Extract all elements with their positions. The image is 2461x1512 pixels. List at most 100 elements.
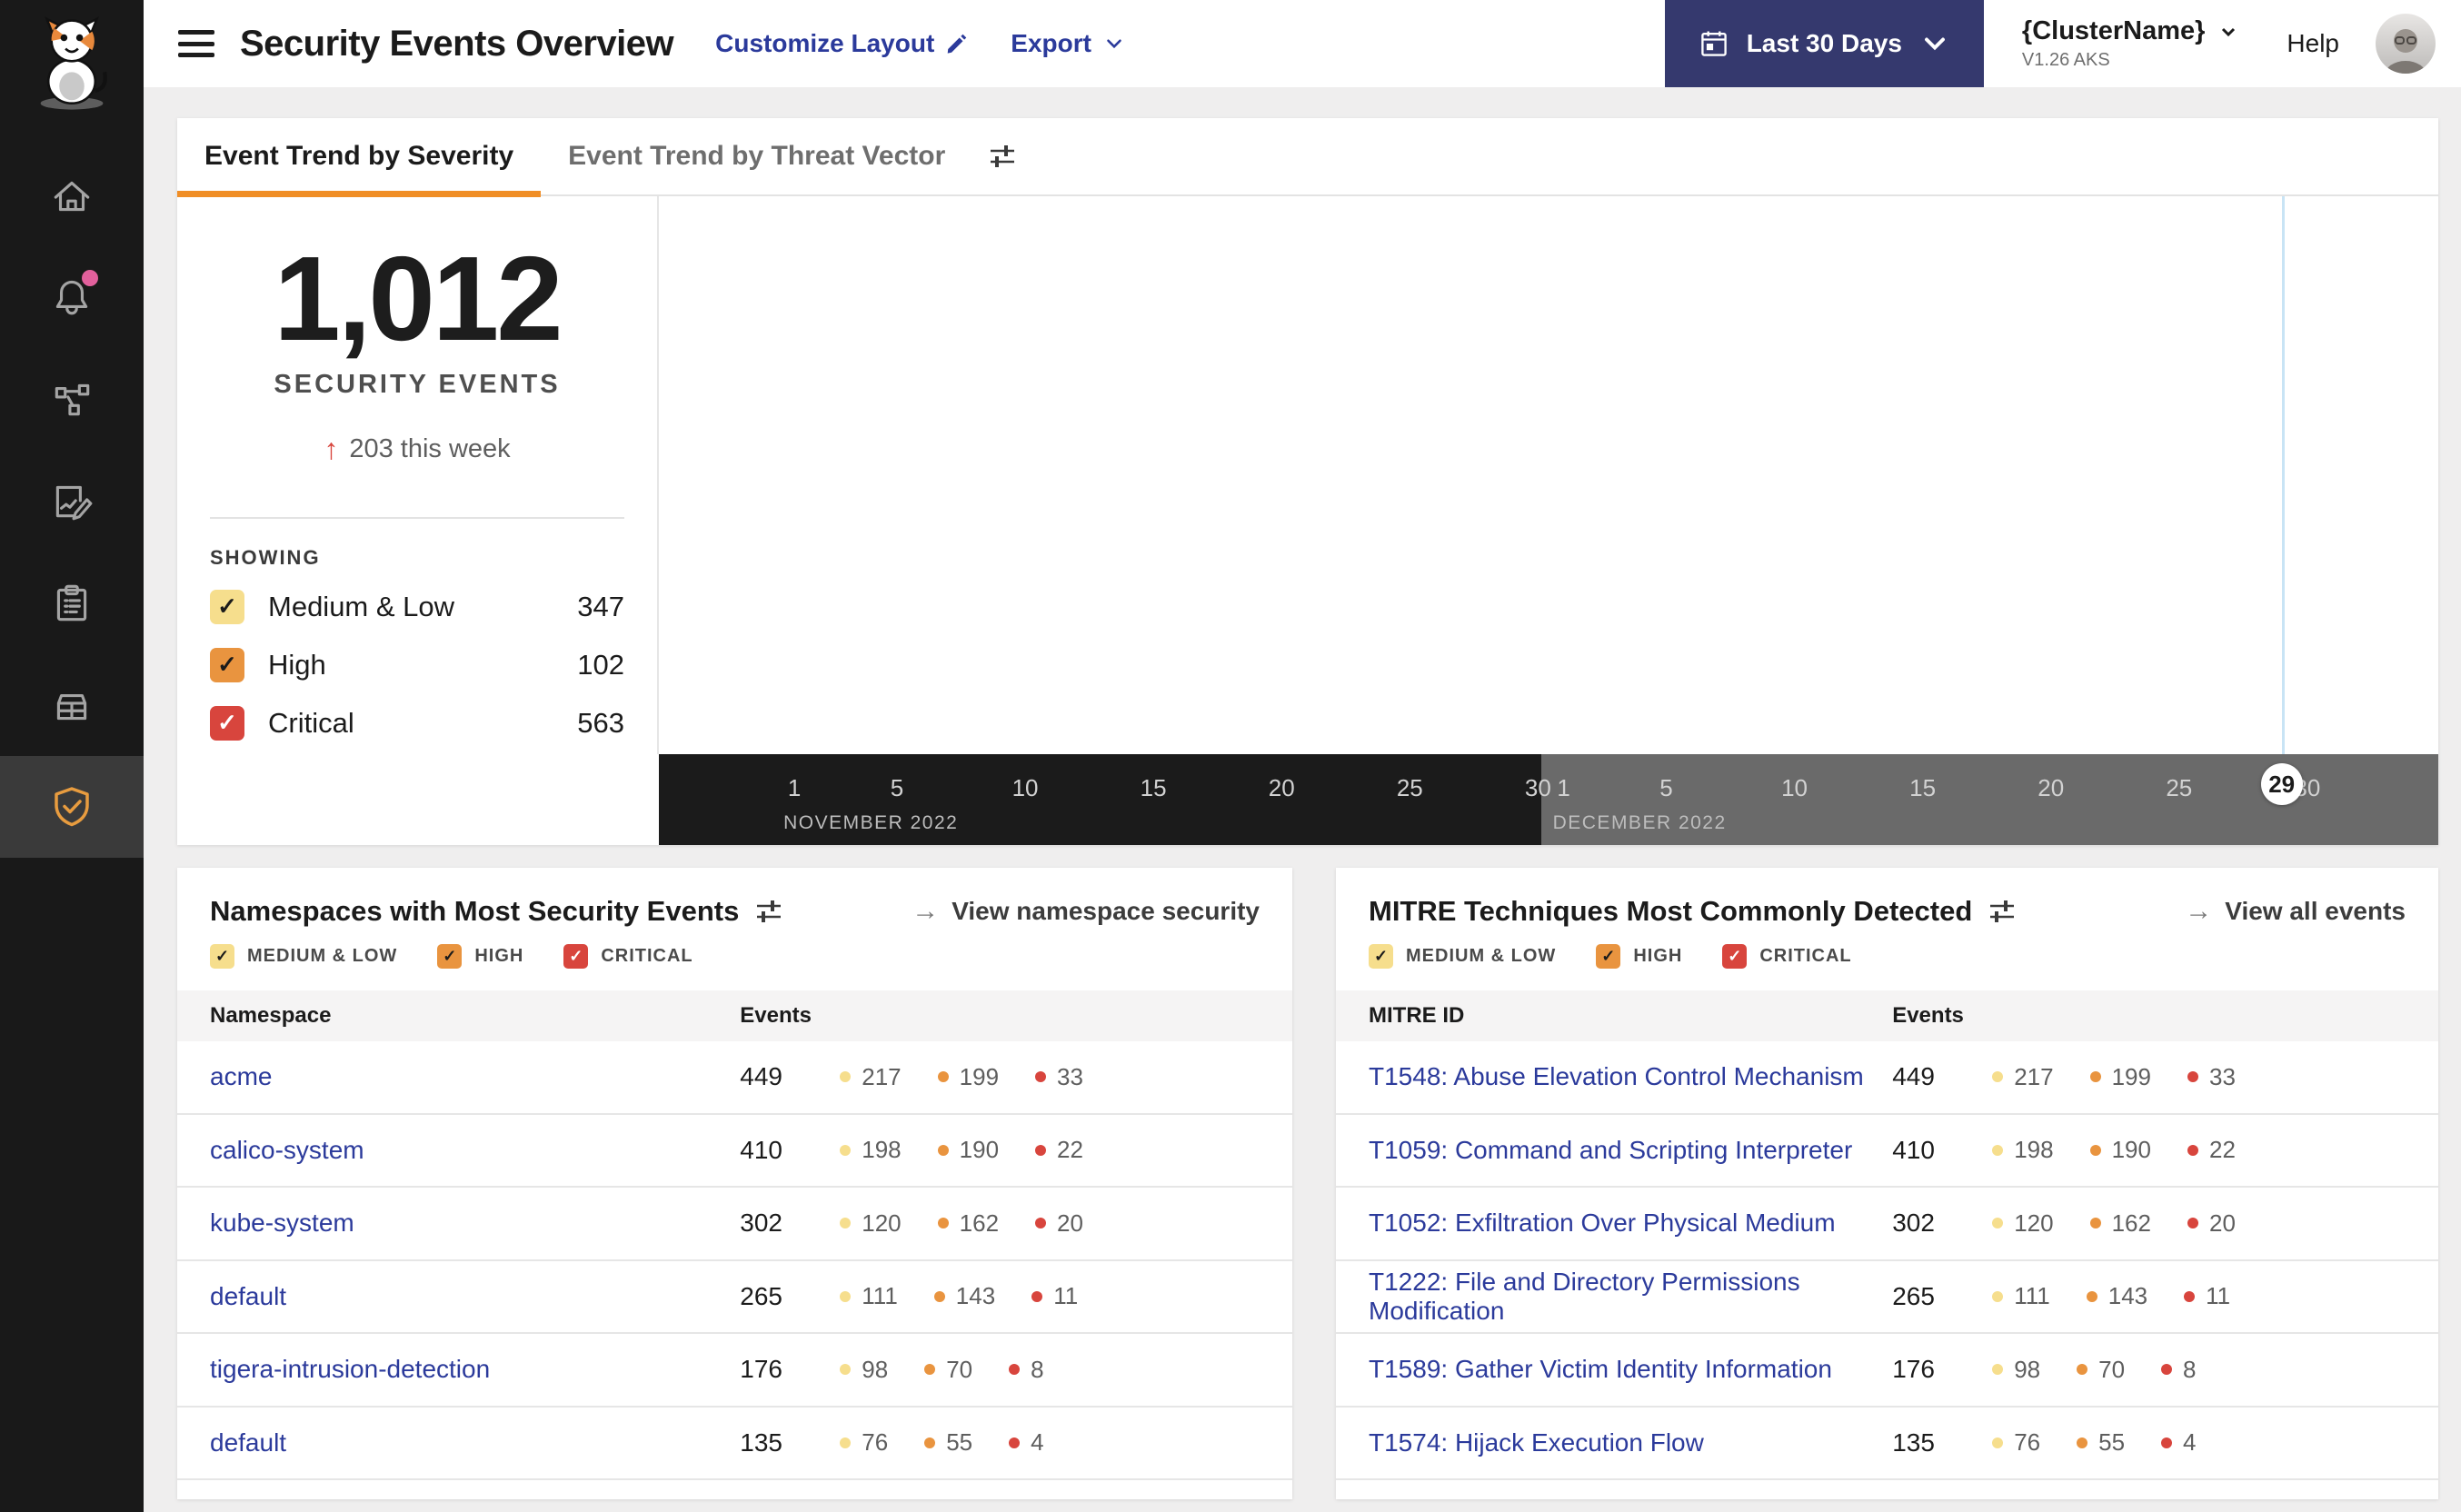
filter-checkbox[interactable]: ✓ (210, 944, 234, 969)
namespace-link[interactable]: default (210, 1428, 740, 1457)
bar-slot[interactable] (1012, 196, 1038, 754)
high-checkbox[interactable]: ✓ (210, 647, 244, 682)
bar-slot[interactable] (1192, 196, 1218, 754)
selected-day-badge[interactable]: 29 (2260, 763, 2303, 805)
bar-slot[interactable] (1602, 196, 1628, 754)
bar-slot[interactable] (1936, 196, 1961, 754)
view-namespace-security-link[interactable]: → View namespace security (912, 896, 1260, 927)
bar-slot[interactable] (1371, 196, 1397, 754)
filter-checkbox[interactable]: ✓ (437, 944, 463, 969)
sidebar-item-images[interactable] (0, 654, 144, 756)
bar-slot[interactable] (2089, 196, 2115, 754)
view-all-events-link[interactable]: → View all events (2185, 896, 2406, 927)
bar-slot[interactable] (1858, 196, 1884, 754)
mitre-technique-link[interactable]: T1548: Abuse Elevation Control Mechanism (1369, 1062, 1892, 1091)
bar-slot[interactable] (2295, 196, 2320, 754)
namespace-link[interactable]: calico-system (210, 1136, 740, 1165)
bar-slot[interactable] (910, 196, 935, 754)
user-avatar[interactable] (2376, 14, 2436, 74)
bar-slot[interactable] (1166, 196, 1191, 754)
bar-chart[interactable] (659, 196, 2438, 754)
bar-slot[interactable] (1987, 196, 2012, 754)
bar-slot[interactable] (2269, 196, 2295, 754)
bar-slot[interactable] (832, 196, 858, 754)
bar-slot[interactable] (884, 196, 910, 754)
bar-slot[interactable] (1269, 196, 1294, 754)
bar-slot[interactable] (1346, 196, 1371, 754)
bar-slot[interactable] (1551, 196, 1577, 754)
bar-slot[interactable] (807, 196, 832, 754)
filter-medium-low[interactable]: ✓ MEDIUM & LOW (1369, 944, 1556, 969)
bar-slot[interactable] (1525, 196, 1550, 754)
filter-high[interactable]: ✓ HIGH (437, 944, 523, 969)
sidebar-item-policies[interactable] (0, 451, 144, 552)
mitre-technique-link[interactable]: T1589: Gather Victim Identity Informatio… (1369, 1355, 1892, 1384)
filter-checkbox[interactable]: ✓ (563, 944, 589, 969)
bar-slot[interactable] (1449, 196, 1474, 754)
bar-slot[interactable] (1910, 196, 1936, 754)
date-range-button[interactable]: Last 30 Days (1664, 0, 1984, 87)
chart-x-axis[interactable]: 1 5 10 15 20 25 30 NOVEMBER 2022 1 5 10 15 20 25 30 DEC… (659, 754, 2438, 845)
bar-slot[interactable] (859, 196, 884, 754)
bar-slot[interactable] (1397, 196, 1422, 754)
bar-slot[interactable] (1833, 196, 1858, 754)
mitre-technique-link[interactable]: T1222: File and Directory Permissions Mo… (1369, 1268, 1892, 1326)
bar-slot[interactable] (2038, 196, 2064, 754)
card-settings-sliders-icon[interactable] (753, 896, 784, 927)
mitre-technique-link[interactable]: T1052: Exfiltration Over Physical Medium (1369, 1209, 1892, 1238)
sidebar-item-home[interactable] (0, 145, 144, 247)
bar-slot[interactable] (2064, 196, 2089, 754)
namespace-link[interactable]: kube-system (210, 1209, 740, 1238)
export-button[interactable]: Export (1011, 29, 1126, 58)
bar-slot[interactable] (1141, 196, 1166, 754)
bar-slot[interactable] (2217, 196, 2243, 754)
bar-slot[interactable] (935, 196, 961, 754)
calico-cat-logo[interactable] (22, 13, 122, 113)
bar-slot[interactable] (1320, 196, 1346, 754)
bar-slot[interactable] (2141, 196, 2167, 754)
help-link[interactable]: Help (2287, 29, 2339, 58)
bar-slot[interactable] (1782, 196, 1808, 754)
bar-slot[interactable] (1090, 196, 1115, 754)
filter-high[interactable]: ✓ HIGH (1596, 944, 1682, 969)
hamburger-menu-icon[interactable] (178, 30, 214, 57)
bar-slot[interactable] (1474, 196, 1500, 754)
filter-checkbox[interactable]: ✓ (1596, 944, 1621, 969)
namespace-link[interactable]: default (210, 1282, 740, 1311)
bar-slot[interactable] (2167, 196, 2192, 754)
bar-slot[interactable] (1115, 196, 1141, 754)
bar-slot[interactable] (1422, 196, 1448, 754)
bar-slot[interactable] (1756, 196, 1781, 754)
bar-slot[interactable] (961, 196, 987, 754)
bar-slot[interactable] (1730, 196, 1756, 754)
bar-slot[interactable] (1961, 196, 1987, 754)
bar-slot[interactable] (1243, 196, 1269, 754)
tab-event-trend-by-threat-vector[interactable]: Event Trend by Threat Vector (541, 117, 972, 195)
namespace-link[interactable]: tigera-intrusion-detection (210, 1355, 740, 1384)
bar-slot[interactable] (1628, 196, 1653, 754)
bar-slot[interactable] (1577, 196, 1602, 754)
chart-settings-sliders-icon[interactable] (987, 141, 1018, 172)
bar-slot[interactable] (2243, 196, 2268, 754)
bar-slot[interactable] (1063, 196, 1089, 754)
bar-slot[interactable] (782, 196, 807, 754)
sidebar-item-alerts[interactable] (0, 247, 144, 349)
sidebar-item-compliance[interactable] (0, 552, 144, 654)
filter-medium-low[interactable]: ✓ MEDIUM & LOW (210, 944, 397, 969)
bar-slot[interactable] (1294, 196, 1320, 754)
customize-layout-button[interactable]: Customize Layout (715, 29, 969, 58)
namespace-link[interactable]: acme (210, 1062, 740, 1091)
bar-slot[interactable] (1218, 196, 1243, 754)
mitre-technique-link[interactable]: T1059: Command and Scripting Interpreter (1369, 1136, 1892, 1165)
bar-slot[interactable] (2013, 196, 2038, 754)
card-settings-sliders-icon[interactable] (1987, 896, 2018, 927)
medium-low-checkbox[interactable]: ✓ (210, 589, 244, 624)
bar-slot[interactable] (1884, 196, 1909, 754)
bar-slot[interactable] (1653, 196, 1679, 754)
filter-checkbox[interactable]: ✓ (1722, 944, 1748, 969)
bar-slot[interactable] (1679, 196, 1705, 754)
bar-slot[interactable] (1038, 196, 1063, 754)
critical-checkbox[interactable]: ✓ (210, 705, 244, 741)
sidebar-item-threat-defense[interactable] (0, 756, 144, 858)
bar-slot[interactable] (1500, 196, 1525, 754)
